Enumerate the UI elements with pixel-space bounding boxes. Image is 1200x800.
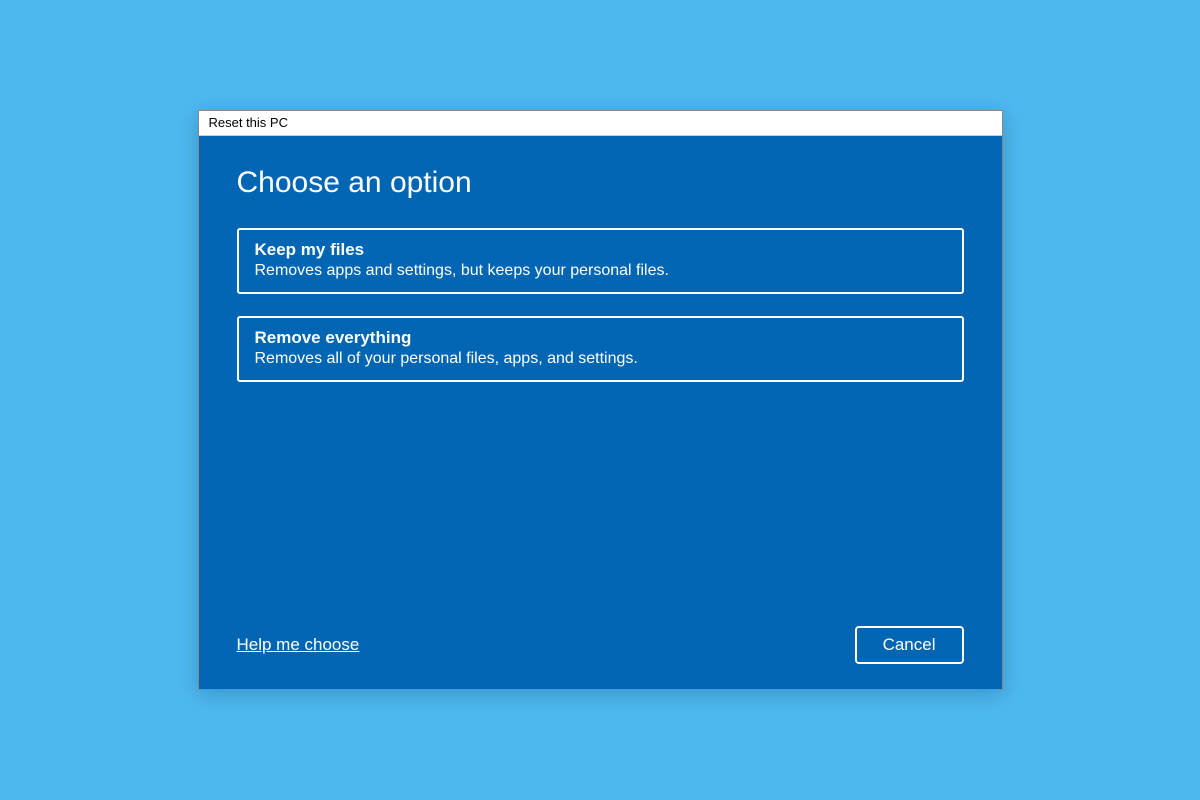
option-description: Removes apps and settings, but keeps you… <box>255 262 946 280</box>
dialog-content: Choose an option Keep my files Removes a… <box>199 136 1002 689</box>
dialog-titlebar: Reset this PC <box>199 111 1002 136</box>
option-description: Removes all of your personal files, apps… <box>255 350 946 368</box>
help-me-choose-link[interactable]: Help me choose <box>237 635 360 655</box>
reset-pc-dialog: Reset this PC Choose an option Keep my f… <box>198 110 1003 690</box>
option-title: Remove everything <box>255 328 946 348</box>
option-title: Keep my files <box>255 240 946 260</box>
cancel-button[interactable]: Cancel <box>855 626 964 664</box>
options-list: Keep my files Removes apps and settings,… <box>237 228 964 382</box>
dialog-footer: Help me choose Cancel <box>237 606 964 664</box>
option-remove-everything[interactable]: Remove everything Removes all of your pe… <box>237 316 964 382</box>
dialog-title: Reset this PC <box>209 115 288 130</box>
option-keep-my-files[interactable]: Keep my files Removes apps and settings,… <box>237 228 964 294</box>
dialog-heading: Choose an option <box>237 166 964 200</box>
